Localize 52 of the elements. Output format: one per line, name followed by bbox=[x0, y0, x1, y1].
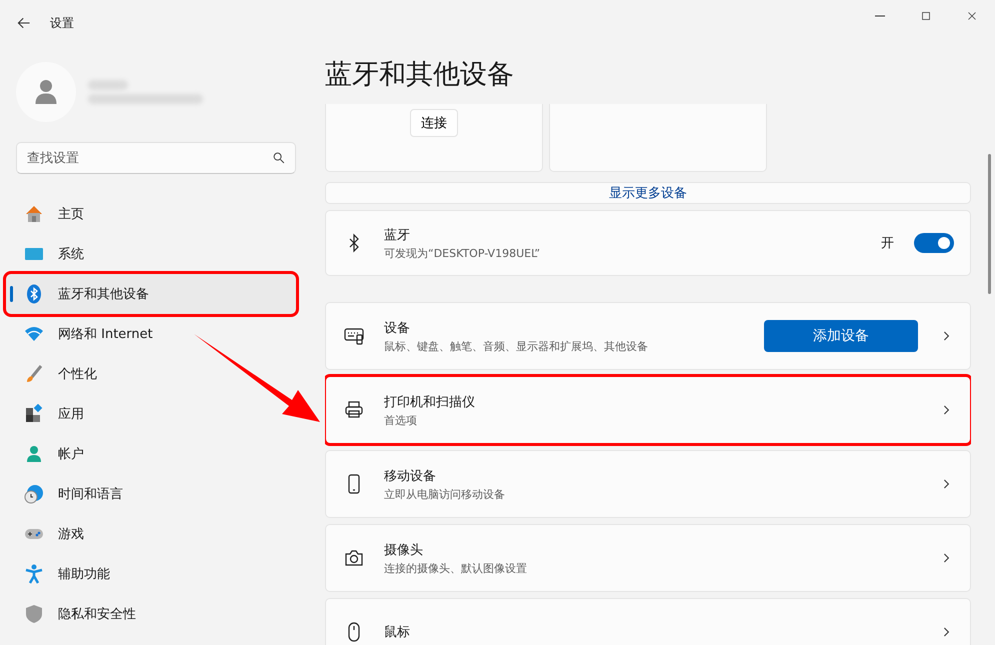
settings-row[interactable]: 鼠标 bbox=[325, 598, 971, 645]
search-field[interactable]: 查找设置 bbox=[16, 142, 296, 174]
setting-subtitle: 立即从电脑访问移动设备 bbox=[384, 486, 506, 502]
setting-title: 打印机和扫描仪 bbox=[384, 394, 476, 410]
globe-clock-icon bbox=[24, 484, 44, 504]
nav-item[interactable]: 帐户 bbox=[6, 434, 96, 474]
setting-title: 摄像头 bbox=[384, 542, 424, 558]
setting-title: 移动设备 bbox=[384, 468, 437, 484]
accessibility-icon bbox=[24, 564, 44, 584]
camera-icon bbox=[344, 548, 364, 568]
scrollbar[interactable] bbox=[988, 154, 991, 294]
nav-item[interactable]: 系统 bbox=[6, 234, 96, 274]
search-icon bbox=[272, 151, 286, 165]
keyboard-speaker-icon bbox=[344, 326, 364, 346]
nav-item[interactable]: 时间和语言 bbox=[6, 474, 135, 514]
add-device-button[interactable]: 添加设备 bbox=[764, 320, 918, 352]
nav-item[interactable]: 网络和 Internet bbox=[6, 314, 165, 354]
person-icon bbox=[24, 444, 44, 464]
minimize-icon bbox=[875, 15, 885, 17]
nav-item[interactable]: 主页 bbox=[6, 194, 96, 234]
setting-title: 蓝牙 bbox=[384, 226, 411, 244]
page-title: 蓝牙和其他设备 bbox=[325, 58, 515, 92]
setting-subtitle: 可发现为“DESKTOP-V198UEL” bbox=[384, 246, 542, 260]
setting-subtitle: 连接的摄像头、默认图像设置 bbox=[384, 560, 528, 576]
setting-title: 鼠标 bbox=[384, 624, 411, 641]
settings-row[interactable]: 设备 鼠标、键盘、触笔、音频、显示器和扩展坞、其他设备 添加设备 bbox=[325, 302, 971, 370]
show-more-devices-button[interactable]: 显示更多设备 bbox=[325, 182, 971, 204]
nav-item[interactable]: 辅助功能 bbox=[6, 554, 122, 594]
home-icon bbox=[24, 204, 44, 224]
settings-row[interactable]: 摄像头 连接的摄像头、默认图像设置 bbox=[325, 524, 971, 592]
nav-item[interactable]: 隐私和安全性 bbox=[6, 594, 148, 634]
selection-indicator bbox=[10, 286, 13, 302]
bluetooth-toggle[interactable] bbox=[914, 233, 954, 253]
apps-icon bbox=[24, 404, 44, 424]
nav-item[interactable]: 个性化 bbox=[6, 354, 109, 394]
setting-subtitle: 首选项 bbox=[384, 412, 418, 428]
brush-icon bbox=[24, 364, 44, 384]
toggle-state-label: 开 bbox=[881, 235, 894, 252]
maximize-icon bbox=[919, 9, 933, 23]
connect-button[interactable]: 连接 bbox=[410, 109, 458, 137]
printer-icon bbox=[344, 400, 364, 420]
shield-icon bbox=[24, 604, 44, 624]
settings-row[interactable]: 打印机和扫描仪 首选项 bbox=[325, 376, 971, 444]
window-title: 设置 bbox=[50, 14, 74, 32]
settings-row[interactable]: 移动设备 立即从电脑访问移动设备 bbox=[325, 450, 971, 518]
nav-item[interactable]: 蓝牙和其他设备 bbox=[6, 274, 296, 314]
nav-item[interactable]: 游戏 bbox=[6, 514, 96, 554]
back-arrow-icon bbox=[16, 15, 32, 31]
setting-title: 设备 bbox=[384, 320, 411, 336]
nav-item[interactable]: 应用 bbox=[6, 394, 96, 434]
bluetooth-icon bbox=[24, 284, 44, 304]
setting-subtitle: 鼠标、键盘、触笔、音频、显示器和扩展坞、其他设备 bbox=[384, 338, 649, 354]
